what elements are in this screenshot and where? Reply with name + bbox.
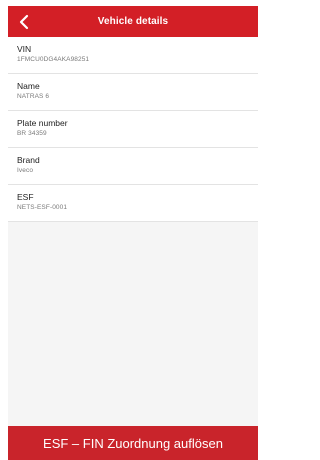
brand-value: Iveco bbox=[17, 167, 34, 174]
detail-row-name: Name NATRAS 6 bbox=[8, 74, 258, 111]
vin-value: 1FMCU0DG4AKA98251 bbox=[17, 56, 90, 63]
back-button[interactable] bbox=[12, 6, 36, 37]
brand-label: Brand bbox=[17, 155, 40, 165]
app-screen: Vehicle details VIN 1FMCU0DG4AKA98251 Na… bbox=[8, 6, 258, 460]
chevron-left-icon bbox=[19, 14, 29, 29]
vehicle-details-list: VIN 1FMCU0DG4AKA98251 Name NATRAS 6 Plat… bbox=[8, 37, 258, 222]
vin-label: VIN bbox=[17, 44, 32, 54]
esf-label: ESF bbox=[17, 192, 34, 202]
name-value: NATRAS 6 bbox=[17, 93, 50, 100]
esf-value: NETS-ESF-0001 bbox=[17, 204, 68, 211]
content-background bbox=[8, 222, 258, 426]
unassign-esf-vin-button[interactable]: ESF – FIN Zuordnung auflösen bbox=[8, 426, 258, 460]
plate-number-value: BR 34359 bbox=[17, 130, 47, 137]
detail-row-plate: Plate number BR 34359 bbox=[8, 111, 258, 148]
plate-number-label: Plate number bbox=[17, 118, 68, 128]
detail-row-vin: VIN 1FMCU0DG4AKA98251 bbox=[8, 37, 258, 74]
detail-row-brand: Brand Iveco bbox=[8, 148, 258, 185]
name-label: Name bbox=[17, 81, 40, 91]
detail-row-esf: ESF NETS-ESF-0001 bbox=[8, 185, 258, 222]
page-title: Vehicle details bbox=[97, 16, 169, 27]
app-bar: Vehicle details bbox=[8, 6, 258, 37]
